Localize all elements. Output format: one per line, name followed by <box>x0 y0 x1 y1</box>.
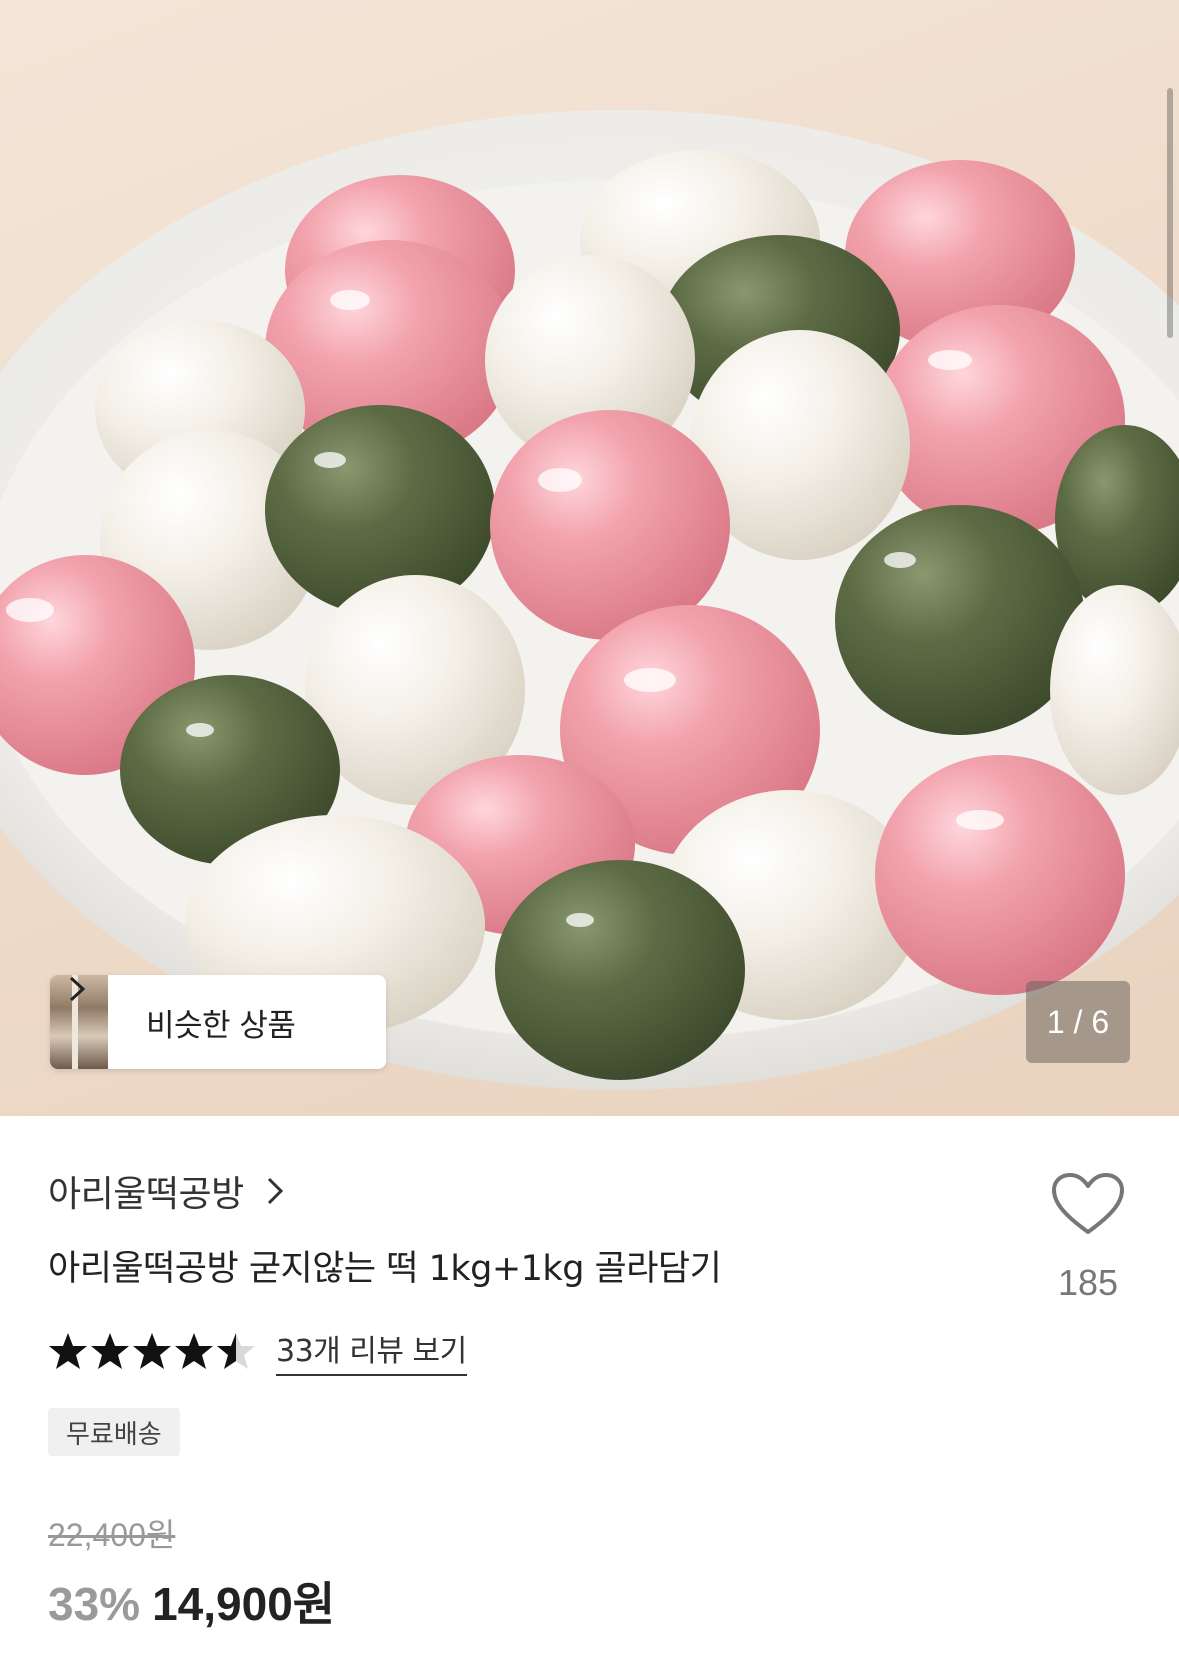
star-icon <box>175 1333 213 1369</box>
product-title: 아리울떡공방 굳지않는 떡 1kg+1kg 골라담기 <box>48 1249 722 1289</box>
rating-row: 33개 리뷰 보기 <box>48 1326 467 1376</box>
discount-rate: 33% <box>48 1578 141 1630</box>
original-price: 22,400원 <box>48 1517 176 1553</box>
review-link[interactable]: 33개 리뷰 보기 <box>276 1326 467 1376</box>
rating-stars <box>48 1331 258 1371</box>
heart-outline-icon <box>1052 1173 1124 1234</box>
image-page-indicator: 1 / 6 <box>1026 981 1130 1063</box>
star-icon <box>49 1333 87 1369</box>
similar-products-button[interactable]: 비슷한 상품 <box>50 975 386 1069</box>
chevron-right-icon <box>69 976 86 1002</box>
star-icon <box>133 1333 171 1369</box>
star-icon <box>91 1333 129 1369</box>
free-shipping-badge: 무료배송 <box>48 1408 180 1456</box>
similar-products-label: 비슷한 상품 <box>146 1007 296 1044</box>
image-scrollbar[interactable] <box>1167 88 1173 338</box>
star-half-icon <box>217 1333 255 1369</box>
wishlist-count: 185 <box>1057 1262 1119 1303</box>
wishlist-button[interactable]: 185 <box>1048 1172 1128 1304</box>
product-image-carousel[interactable]: 비슷한 상품 1 / 6 <box>0 0 1179 1116</box>
store-link[interactable]: 아리울떡공방 <box>48 1165 284 1217</box>
store-name: 아리울떡공방 <box>48 1174 244 1215</box>
final-price: 14,900원 <box>152 1578 336 1630</box>
product-photo <box>0 110 1179 1090</box>
chevron-right-icon <box>267 1177 283 1205</box>
price-row: 33% 14,900원 <box>48 1568 335 1634</box>
